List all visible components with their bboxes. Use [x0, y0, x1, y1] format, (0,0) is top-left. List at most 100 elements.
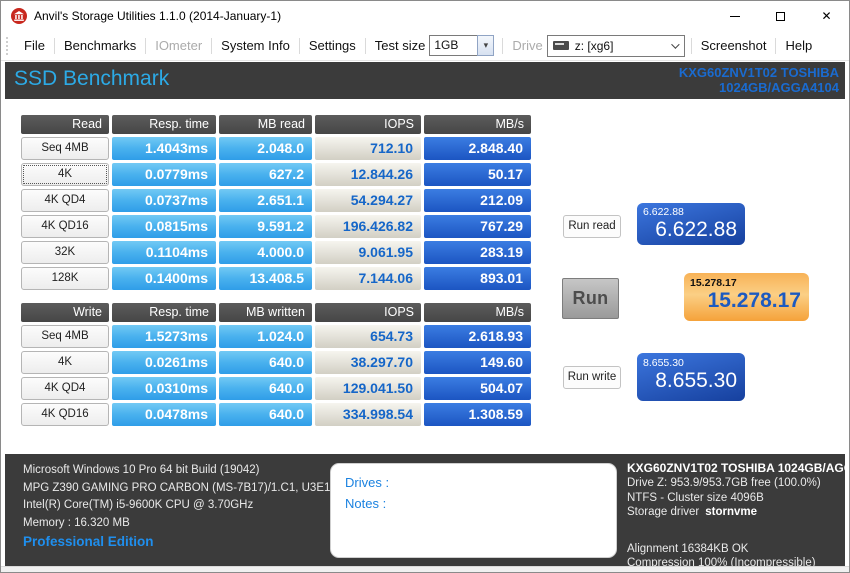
iops-cell: 7.144.06 — [315, 267, 421, 290]
drive-details-title: KXG60ZNV1T02 TOSHIBA 1024GB/AGGA4104 — [627, 461, 849, 475]
column-header-write: Write — [21, 303, 109, 322]
drives-label: Drives : — [345, 475, 390, 490]
maximize-icon — [776, 11, 785, 21]
status-bar — [1, 566, 849, 572]
mb-written-cell: 640.0 — [219, 377, 312, 400]
run-button[interactable]: Run — [562, 278, 619, 319]
write-score-box: 8.655.30 8.655.30 — [637, 353, 745, 401]
drive-label: Drive — [512, 38, 543, 53]
motherboard-line: MPG Z390 GAMING PRO CARBON (MS-7B17)/1.C… — [23, 481, 331, 494]
mbs-cell: 504.07 — [424, 377, 531, 400]
resp-time-cell: 0.0815ms — [112, 215, 216, 238]
mbs-cell: 2.618.93 — [424, 325, 531, 348]
write-score-value: 8.655.30 — [655, 369, 737, 392]
total-score-box: 15.278.17 15.278.17 — [684, 273, 809, 321]
close-icon: ✕ — [821, 9, 832, 23]
close-button[interactable]: ✕ — [804, 1, 849, 31]
device-name-header: KXG60ZNV1T02 TOSHIBA 1024GB/AGGA4104 — [679, 65, 839, 95]
drive-select[interactable]: z: [xg6] — [546, 34, 685, 57]
mbs-cell: 50.17 — [424, 163, 531, 186]
storage-driver-label: Storage driver — [627, 506, 700, 518]
mb-read-cell: 4.000.0 — [219, 241, 312, 264]
header-band: SSD Benchmark KXG60ZNV1T02 TOSHIBA 1024G… — [5, 62, 845, 99]
mbs-cell: 893.01 — [424, 267, 531, 290]
iops-cell: 196.426.82 — [315, 215, 421, 238]
title-bar: Anvil's Storage Utilities 1.1.0 (2014-Ja… — [1, 1, 849, 31]
column-header-iops: IOPS — [315, 115, 421, 134]
menu-help[interactable]: Help — [776, 38, 821, 53]
mbs-cell: 2.848.40 — [424, 137, 531, 160]
mbs-cell: 212.09 — [424, 189, 531, 212]
column-header-mb-written: MB written — [219, 303, 312, 322]
drive-select-value: z: [xg6] — [574, 38, 614, 53]
run-write-button[interactable]: Run write — [563, 366, 621, 389]
mb-read-cell: 627.2 — [219, 163, 312, 186]
read-test-button-4k[interactable]: 4K — [21, 163, 109, 186]
menu-file[interactable]: File — [15, 38, 54, 53]
drive-icon — [552, 41, 569, 50]
write-test-button-4k-qd16[interactable]: 4K QD16 — [21, 403, 109, 426]
resp-time-cell: 0.0310ms — [112, 377, 216, 400]
iops-cell: 654.73 — [315, 325, 421, 348]
iops-cell: 712.10 — [315, 137, 421, 160]
toolbar-grip[interactable] — [6, 36, 8, 55]
resp-time-cell: 0.0261ms — [112, 351, 216, 374]
run-read-button[interactable]: Run read — [563, 215, 621, 238]
write-test-button-4k[interactable]: 4K — [21, 351, 109, 374]
drive-free-space: Drive Z: 953.9/953.7GB free (100.0%) — [627, 477, 821, 489]
menu-screenshot[interactable]: Screenshot — [692, 38, 776, 53]
resp-time-cell: 1.5273ms — [112, 325, 216, 348]
mb-read-cell: 9.591.2 — [219, 215, 312, 238]
menu-benchmarks[interactable]: Benchmarks — [55, 38, 145, 53]
minimize-button[interactable] — [712, 1, 757, 31]
test-size-select[interactable]: 1GB — [429, 35, 478, 56]
notes-textbox[interactable]: Drives : Notes : — [330, 463, 617, 558]
write-test-button-4k-qd4[interactable]: 4K QD4 — [21, 377, 109, 400]
storage-driver-value: stornvme — [705, 506, 758, 518]
page-title: SSD Benchmark — [14, 67, 170, 90]
minimize-icon — [729, 15, 740, 17]
mbs-cell: 149.60 — [424, 351, 531, 374]
read-test-button-4k-qd4[interactable]: 4K QD4 — [21, 189, 109, 212]
menu-iometer: IOmeter — [155, 38, 203, 53]
read-score-value: 6.622.88 — [655, 218, 737, 241]
read-test-button-32k[interactable]: 32K — [21, 241, 109, 264]
resp-time-cell: 0.1400ms — [112, 267, 216, 290]
resp-time-cell: 0.0478ms — [112, 403, 216, 426]
footer-panel: Microsoft Windows 10 Pro 64 bit Build (1… — [5, 454, 849, 569]
read-test-button-128k[interactable]: 128K — [21, 267, 109, 290]
read-test-button-4k-qd16[interactable]: 4K QD16 — [21, 215, 109, 238]
menu-system-info[interactable]: System Info — [212, 38, 299, 53]
column-header-mbs: MB/s — [424, 115, 531, 134]
device-model: KXG60ZNV1T02 TOSHIBA — [678, 65, 839, 80]
notes-label: Notes : — [345, 496, 387, 511]
app-window: Anvil's Storage Utilities 1.1.0 (2014-Ja… — [0, 0, 850, 573]
mb-written-cell: 640.0 — [219, 351, 312, 374]
mbs-cell: 1.308.59 — [424, 403, 531, 426]
write-results-table: Write Resp. time MB written IOPS MB/s Se… — [21, 303, 531, 426]
total-score-small: 15.278.17 — [690, 277, 737, 289]
chevron-down-icon — [670, 39, 680, 49]
cpu-line: Intel(R) Core(TM) i5-9600K CPU @ 3.70GHz — [23, 499, 254, 511]
mb-written-cell: 1.024.0 — [219, 325, 312, 348]
column-header-mb-read: MB read — [219, 115, 312, 134]
test-size-dropdown-arrow[interactable]: ▾ — [477, 35, 495, 56]
drive-filesystem: NTFS - Cluster size 4096B — [627, 491, 764, 504]
maximize-button[interactable] — [758, 1, 803, 31]
read-test-button-seq4mb[interactable]: Seq 4MB — [21, 137, 109, 160]
mbs-cell: 767.29 — [424, 215, 531, 238]
column-header-mbs: MB/s — [424, 303, 531, 322]
storage-driver-line: Storage driver stornvme — [627, 505, 849, 520]
column-header-resp-time: Resp. time — [112, 115, 216, 134]
write-test-button-seq4mb[interactable]: Seq 4MB — [21, 325, 109, 348]
iops-cell: 9.061.95 — [315, 241, 421, 264]
memory-line: Memory : 16.320 MB — [23, 516, 130, 529]
menu-settings[interactable]: Settings — [300, 38, 365, 53]
resp-time-cell: 1.4043ms — [112, 137, 216, 160]
total-score-value: 15.278.17 — [707, 289, 801, 312]
read-score-box: 6.622.88 6.622.88 — [637, 203, 745, 245]
system-info-block: Microsoft Windows 10 Pro 64 bit Build (1… — [23, 462, 330, 532]
mb-read-cell: 2.651.1 — [219, 189, 312, 212]
app-logo-icon — [11, 8, 27, 24]
